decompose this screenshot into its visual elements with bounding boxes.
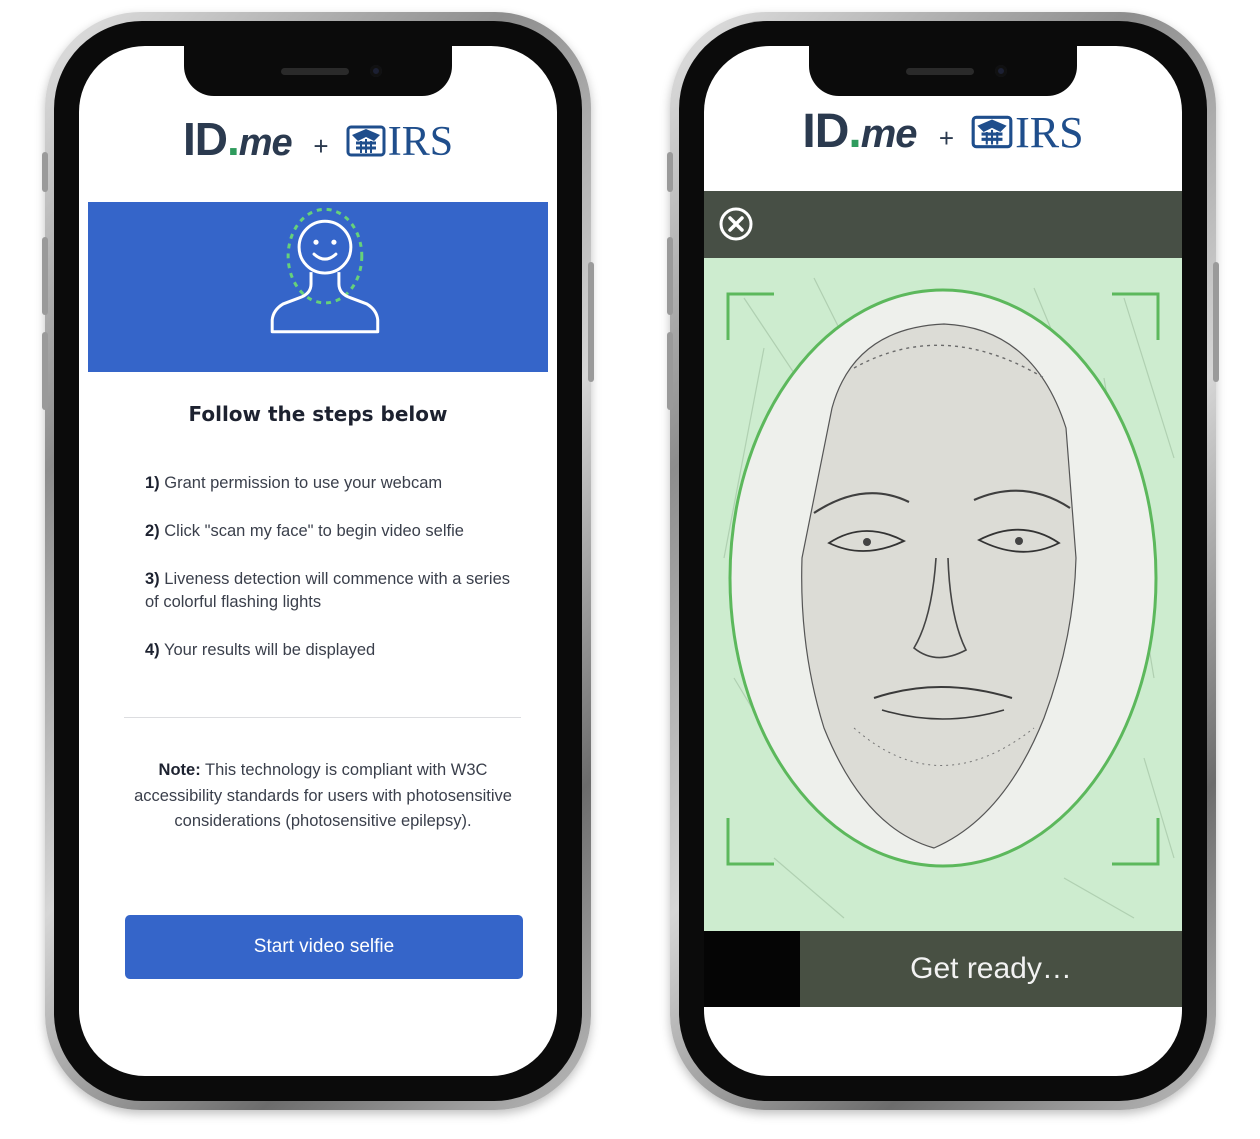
- partner-logo-row: ID.me + IRS: [79, 112, 557, 166]
- step-item: 4) Your results will be displayed: [145, 639, 521, 662]
- step-number: 1): [145, 474, 160, 492]
- accessibility-note: Note: This technology is compliant with …: [129, 758, 517, 835]
- partner-logo-row: ID.me + IRS: [704, 104, 1182, 159]
- irs-logo: IRS: [344, 118, 453, 166]
- step-number: 3): [145, 570, 160, 588]
- irs-eagle-icon: [344, 121, 388, 165]
- idme-logo-me: me: [238, 122, 293, 164]
- face-scan-banner: [88, 202, 548, 372]
- step-item: 2) Click "scan my face" to begin video s…: [145, 520, 521, 543]
- step-number: 2): [145, 522, 160, 540]
- phone-side-button: [1213, 262, 1219, 382]
- steps-list: 1) Grant permission to use your webcam 2…: [145, 472, 521, 687]
- get-ready-status: Get ready…: [910, 952, 1072, 985]
- face-camera-feed: [723, 277, 1175, 919]
- face-scan-icon: [270, 207, 380, 334]
- camera-top-bar: [704, 191, 1182, 258]
- phone-side-button: [667, 152, 673, 192]
- idme-logo-id: ID: [182, 113, 228, 165]
- phone-right: ID.me + IRS Get ready…: [667, 12, 1219, 1110]
- step-text: Grant permission to use your webcam: [164, 474, 443, 492]
- idme-logo: ID.me: [183, 113, 303, 165]
- step-number: 4): [145, 641, 160, 659]
- idme-logo-id: ID: [802, 105, 849, 158]
- phone-left: ID.me + IRS Follow the steps below 1) Gr…: [42, 12, 594, 1110]
- start-video-selfie-button[interactable]: Start video selfie: [125, 915, 523, 979]
- phone-screen: ID.me + IRS: [704, 46, 1182, 1076]
- idme-logo-dot: .: [848, 105, 861, 158]
- step-text: Your results will be displayed: [163, 641, 376, 659]
- irs-logo-text: IRS: [387, 119, 454, 165]
- phone-side-button: [667, 237, 673, 315]
- irs-eagle-icon: [969, 111, 1015, 157]
- phone-side-button: [42, 237, 48, 315]
- phone-side-button: [42, 152, 48, 192]
- camera-status-bar: Get ready…: [704, 931, 1182, 1007]
- phone-screen: ID.me + IRS: [79, 46, 557, 1076]
- front-camera: [370, 65, 382, 77]
- logo-plus-sign: +: [938, 123, 955, 153]
- earpiece-speaker: [281, 68, 349, 75]
- step-item: 3) Liveness detection will commence with…: [145, 568, 521, 614]
- idme-logo-me: me: [860, 112, 918, 156]
- earpiece-speaker: [906, 68, 974, 75]
- close-circle-icon: [719, 207, 753, 241]
- step-text: Liveness detection will commence with a …: [145, 570, 511, 611]
- idme-logo-dot: .: [226, 113, 240, 165]
- logo-plus-sign: +: [313, 131, 329, 161]
- phone-notch: [184, 46, 452, 96]
- step-text: Click "scan my face" to begin video self…: [164, 522, 464, 540]
- section-divider: [124, 717, 521, 718]
- phone-bezel: ID.me + IRS: [54, 21, 582, 1101]
- note-label: Note:: [158, 761, 201, 779]
- idme-logo: ID.me: [802, 105, 929, 158]
- steps-heading: Follow the steps below: [188, 402, 448, 426]
- phone-side-button: [667, 332, 673, 410]
- front-camera: [995, 65, 1007, 77]
- status-bar-black-block: [704, 931, 800, 1007]
- phone-bezel: ID.me + IRS: [679, 21, 1207, 1101]
- irs-logo-text: IRS: [1015, 108, 1084, 157]
- step-item: 1) Grant permission to use your webcam: [145, 472, 521, 495]
- phone-side-button: [42, 332, 48, 410]
- phone-notch: [809, 46, 1077, 96]
- close-camera-button[interactable]: [717, 205, 755, 243]
- irs-logo: IRS: [969, 107, 1084, 158]
- phone-side-button: [588, 262, 594, 382]
- camera-preview: [704, 258, 1182, 931]
